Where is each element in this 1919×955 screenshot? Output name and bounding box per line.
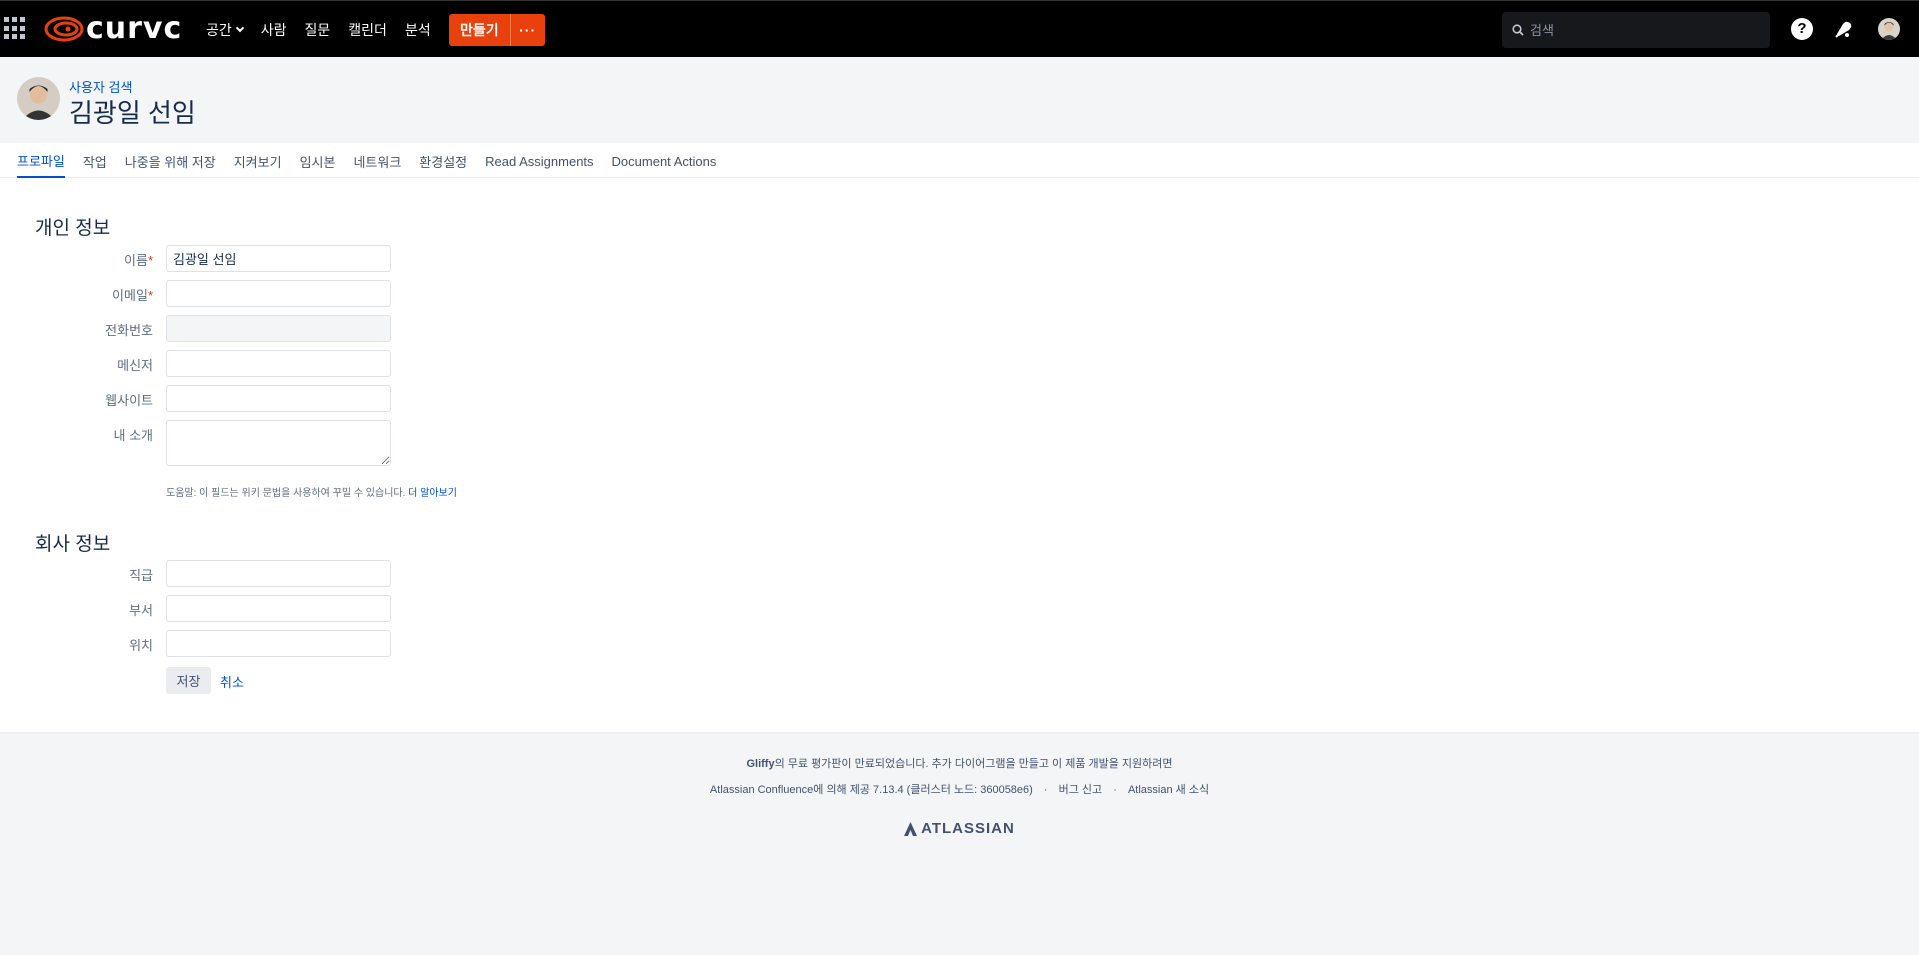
gliffy-notice-text: 의 무료 평가판이 만료되었습니다. 추가 다이어그램을 만들고 이 제품 개발… (774, 758, 1173, 770)
tab-profile[interactable]: 프로파일 (17, 143, 65, 178)
profile-edit-form: 개인 정보 이름* 이메일* 전화번호 메신저 웹사이트 내 소개 도움말: 이… (0, 178, 1919, 734)
email-label: 이메일* (35, 285, 153, 304)
location-input[interactable] (166, 630, 391, 657)
nav-spaces-label: 공간 (206, 21, 232, 38)
separator: · (1113, 784, 1117, 796)
profile-tabs: 프로파일 작업 나중을 위해 저장 지켜보기 임시본 네트워크 환경설정 Rea… (17, 143, 734, 178)
tab-watching[interactable]: 지켜보기 (234, 143, 282, 178)
location-label: 위치 (129, 638, 153, 653)
tab-read-assignments[interactable]: Read Assignments (485, 143, 593, 178)
create-button[interactable]: 만들기 (449, 14, 510, 46)
search-box[interactable] (1502, 12, 1770, 48)
profile-avatar (17, 77, 60, 120)
name-input[interactable] (166, 245, 391, 272)
website-label: 웹사이트 (105, 393, 153, 408)
tab-tasks[interactable]: 작업 (83, 143, 107, 178)
top-navigation-bar: curvc 공간 사람 질문 캘린더 분석 만들기 ··· ? (0, 0, 1919, 57)
bug-report-link[interactable]: 버그 신고 (1059, 784, 1103, 796)
page-header: 사용자 검색 김광일 선임 (0, 57, 1919, 143)
help-text: 도움말: 이 필드는 위키 문법을 사용하여 꾸밀 수 있습니다. (166, 488, 406, 499)
position-input[interactable] (166, 560, 391, 587)
atlassian-logo-icon (904, 821, 918, 836)
nav-people[interactable]: 사람 (261, 20, 287, 40)
about-me-textarea[interactable] (166, 420, 391, 466)
save-button[interactable]: 저장 (166, 667, 211, 694)
user-avatar-icon[interactable] (1878, 18, 1900, 40)
website-input[interactable] (166, 385, 391, 412)
phone-input (166, 315, 391, 342)
app-switcher-icon[interactable] (4, 17, 27, 40)
nav-questions[interactable]: 질문 (305, 20, 331, 40)
curvc-logo[interactable]: curvc (44, 14, 182, 44)
tab-saved-for-later[interactable]: 나중을 위해 저장 (125, 143, 216, 178)
name-label: 이름* (35, 250, 153, 269)
tab-network[interactable]: 네트워크 (353, 143, 401, 178)
learn-more-link[interactable]: 더 알아보기 (408, 488, 457, 499)
atlassian-logo: ATLASSIAN (0, 820, 1919, 837)
notifications-icon[interactable] (1833, 18, 1855, 40)
atlassian-logo-text: ATLASSIAN (921, 820, 1015, 837)
messenger-input[interactable] (166, 350, 391, 377)
footer: Gliffy의 무료 평가판이 만료되었습니다. 추가 다이어그램을 만들고 이… (0, 734, 1919, 955)
logo-text: curvc (86, 11, 183, 46)
gliffy-notice: Gliffy의 무료 평가판이 만료되었습니다. 추가 다이어그램을 만들고 이… (0, 755, 1919, 771)
phone-label: 전화번호 (105, 323, 153, 338)
cancel-link[interactable]: 취소 (220, 672, 244, 691)
chevron-down-icon (235, 23, 245, 32)
company-info-heading: 회사 정보 (35, 534, 111, 555)
tab-document-actions[interactable]: Document Actions (612, 143, 717, 178)
department-input[interactable] (166, 595, 391, 622)
about-me-label: 내 소개 (113, 428, 154, 443)
email-label-text: 이메일 (112, 288, 148, 303)
page-title: 김광일 선임 (69, 98, 196, 128)
nav-analytics[interactable]: 분석 (405, 20, 431, 40)
create-button-group: 만들기 ··· (449, 14, 545, 46)
nav-spaces[interactable]: 공간 (206, 20, 245, 40)
gliffy-name: Gliffy (746, 758, 775, 770)
personal-info-heading: 개인 정보 (35, 218, 111, 239)
powered-by-text: Atlassian Confluence에 의해 제공 7.13.4 (클러스터… (709, 784, 1033, 796)
name-label-text: 이름 (124, 253, 148, 268)
wiki-markup-help: 도움말: 이 필드는 위키 문법을 사용하여 꾸밀 수 있습니다. 더 알아보기 (166, 484, 457, 499)
footer-links: Atlassian Confluence에 의해 제공 7.13.4 (클러스터… (0, 781, 1919, 797)
tab-drafts[interactable]: 임시본 (300, 143, 336, 178)
nav-calendar[interactable]: 캘린더 (348, 20, 387, 40)
email-input[interactable] (166, 280, 391, 307)
separator: · (1043, 784, 1048, 796)
tab-settings[interactable]: 환경설정 (419, 143, 467, 178)
create-more-button[interactable]: ··· (509, 14, 545, 46)
required-mark: * (147, 288, 153, 303)
help-icon[interactable]: ? (1791, 18, 1813, 40)
required-mark: * (147, 253, 153, 268)
curvc-logo-icon (44, 16, 84, 42)
messenger-label: 메신저 (117, 358, 153, 373)
position-label: 직급 (129, 568, 153, 583)
department-label: 부서 (129, 603, 153, 618)
search-input[interactable] (1530, 22, 1750, 38)
main-nav: 공간 사람 질문 캘린더 분석 (206, 1, 449, 58)
atlassian-news-link[interactable]: Atlassian 새 소식 (1128, 784, 1209, 796)
search-icon (1512, 24, 1524, 36)
profile-tabs-bar: 프로파일 작업 나중을 위해 저장 지켜보기 임시본 네트워크 환경설정 Rea… (0, 143, 1919, 178)
